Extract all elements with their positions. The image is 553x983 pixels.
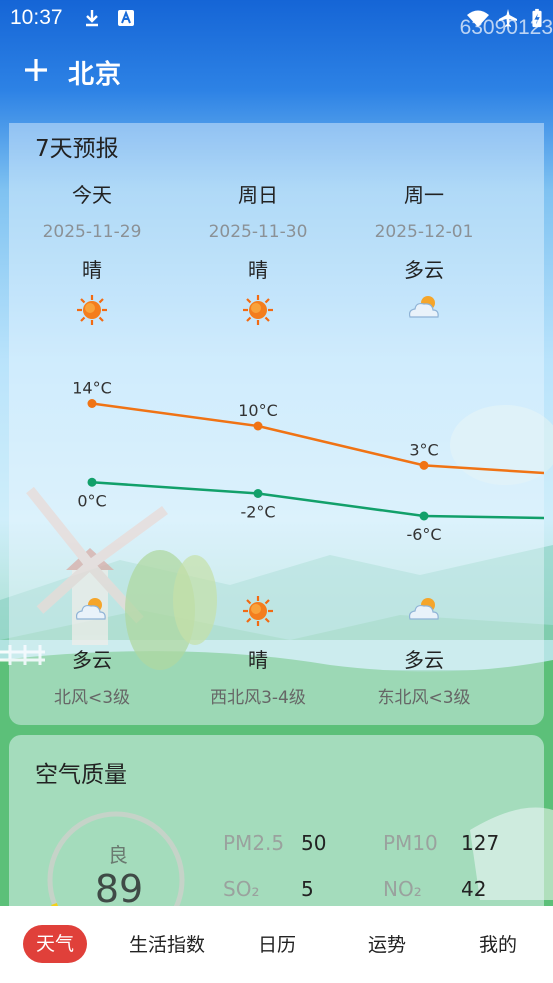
status-time: 10:37 [10, 6, 63, 29]
wind-info: 北风<3级 [53, 688, 131, 708]
low-temp-line [91, 481, 544, 520]
pollutant-so2: SO₂ 5 [223, 877, 314, 901]
low-temp-point [253, 489, 263, 498]
day-name: 今天 [72, 183, 112, 207]
sun-icon [243, 295, 273, 325]
low-temp-point [87, 477, 97, 487]
low-temp-label: -2°C [240, 503, 275, 522]
status-bar: 10:37 63090123 [0, 0, 553, 39]
forecast-day[interactable]: 今天 2025-11-29 晴 [9, 179, 175, 283]
forecast-card: 7天预报 今天 2025-11-29 晴 周日 2025-11-30 晴 周一 … [9, 123, 544, 725]
day-name: 周一 [404, 183, 444, 207]
bottom-nav: 天气 生活指数 日历 运势 我的 [0, 906, 553, 983]
high-temp-label: 3°C [409, 440, 438, 459]
sun-icon [243, 596, 273, 626]
high-temp-line [91, 402, 544, 475]
night-condition: 多云 [72, 648, 112, 672]
pollutant-value: 5 [301, 877, 314, 901]
sun-icon [77, 295, 107, 325]
forecast-day[interactable]: 周日 2025-11-30 晴 [175, 179, 341, 283]
partly-cloudy-icon [408, 296, 439, 318]
day-condition: 多云 [404, 258, 444, 282]
day-condition: 晴 [82, 258, 102, 282]
tab-mine[interactable]: 我的 [453, 930, 543, 957]
pollutant-name: NO₂ [383, 877, 422, 901]
high-temp-point [253, 421, 263, 431]
day-condition: 晴 [248, 258, 268, 282]
pollutant-name: PM10 [383, 831, 438, 855]
day-date: 2025-12-01 [374, 222, 474, 242]
day-name: 周日 [238, 183, 278, 207]
pollutant-pm10: PM10 127 [383, 831, 499, 855]
tab-fortune[interactable]: 运势 [342, 930, 432, 957]
wind-info: 东北风<3级 [377, 688, 471, 708]
pollutant-name: SO₂ [223, 877, 260, 901]
pollutant-value: 127 [461, 831, 500, 855]
night-condition: 多云 [404, 648, 444, 672]
low-temp-label: -6°C [406, 525, 441, 544]
partly-cloudy-icon [75, 598, 106, 620]
tab-calendar[interactable]: 日历 [232, 930, 322, 957]
high-temp-label: 10°C [238, 401, 278, 420]
high-temp-label: 14°C [72, 379, 112, 398]
pollutant-name: PM2.5 [223, 831, 285, 855]
high-temp-point [419, 460, 429, 470]
app-bar: 北京 [0, 50, 553, 96]
night-condition: 晴 [248, 648, 268, 672]
pollutant-value: 50 [301, 831, 327, 855]
download-icon [86, 10, 98, 27]
city-title[interactable]: 北京 [68, 54, 122, 91]
temperature-chart: 14°C 10°C 3°C 0°C -2°C -6°C [72, 379, 544, 544]
low-temp-label: 0°C [77, 491, 106, 510]
partly-cloudy-icon [408, 598, 439, 620]
wind-info: 西北风3-4级 [210, 688, 306, 708]
add-city-icon[interactable] [22, 56, 50, 84]
low-temp-point [419, 511, 429, 521]
tab-life-index[interactable]: 生活指数 [122, 930, 212, 957]
forecast-title: 7天预报 [35, 136, 119, 162]
aqi-level: 良 [108, 843, 128, 867]
pollutant-value: 42 [461, 877, 487, 901]
forecast-day[interactable]: 周一 2025-12-01 多云 [341, 179, 507, 283]
aqi-value: 89 [94, 867, 144, 911]
day-date: 2025-11-29 [42, 222, 142, 242]
air-quality-title: 空气质量 [35, 762, 127, 788]
pollutant-no2: NO₂ 42 [383, 877, 486, 901]
app-notification-icon [118, 10, 134, 26]
overlay-code: 63090123 [459, 16, 553, 39]
tab-weather[interactable]: 天气 [23, 925, 87, 963]
air-quality-card[interactable]: 空气质量 良 89 PM2.5 50 PM10 127 SO₂ 5 NO₂ 42 [9, 735, 544, 935]
high-temp-point [87, 399, 97, 408]
pollutant-pm25: PM2.5 50 [223, 831, 326, 855]
day-date: 2025-11-30 [208, 222, 308, 242]
